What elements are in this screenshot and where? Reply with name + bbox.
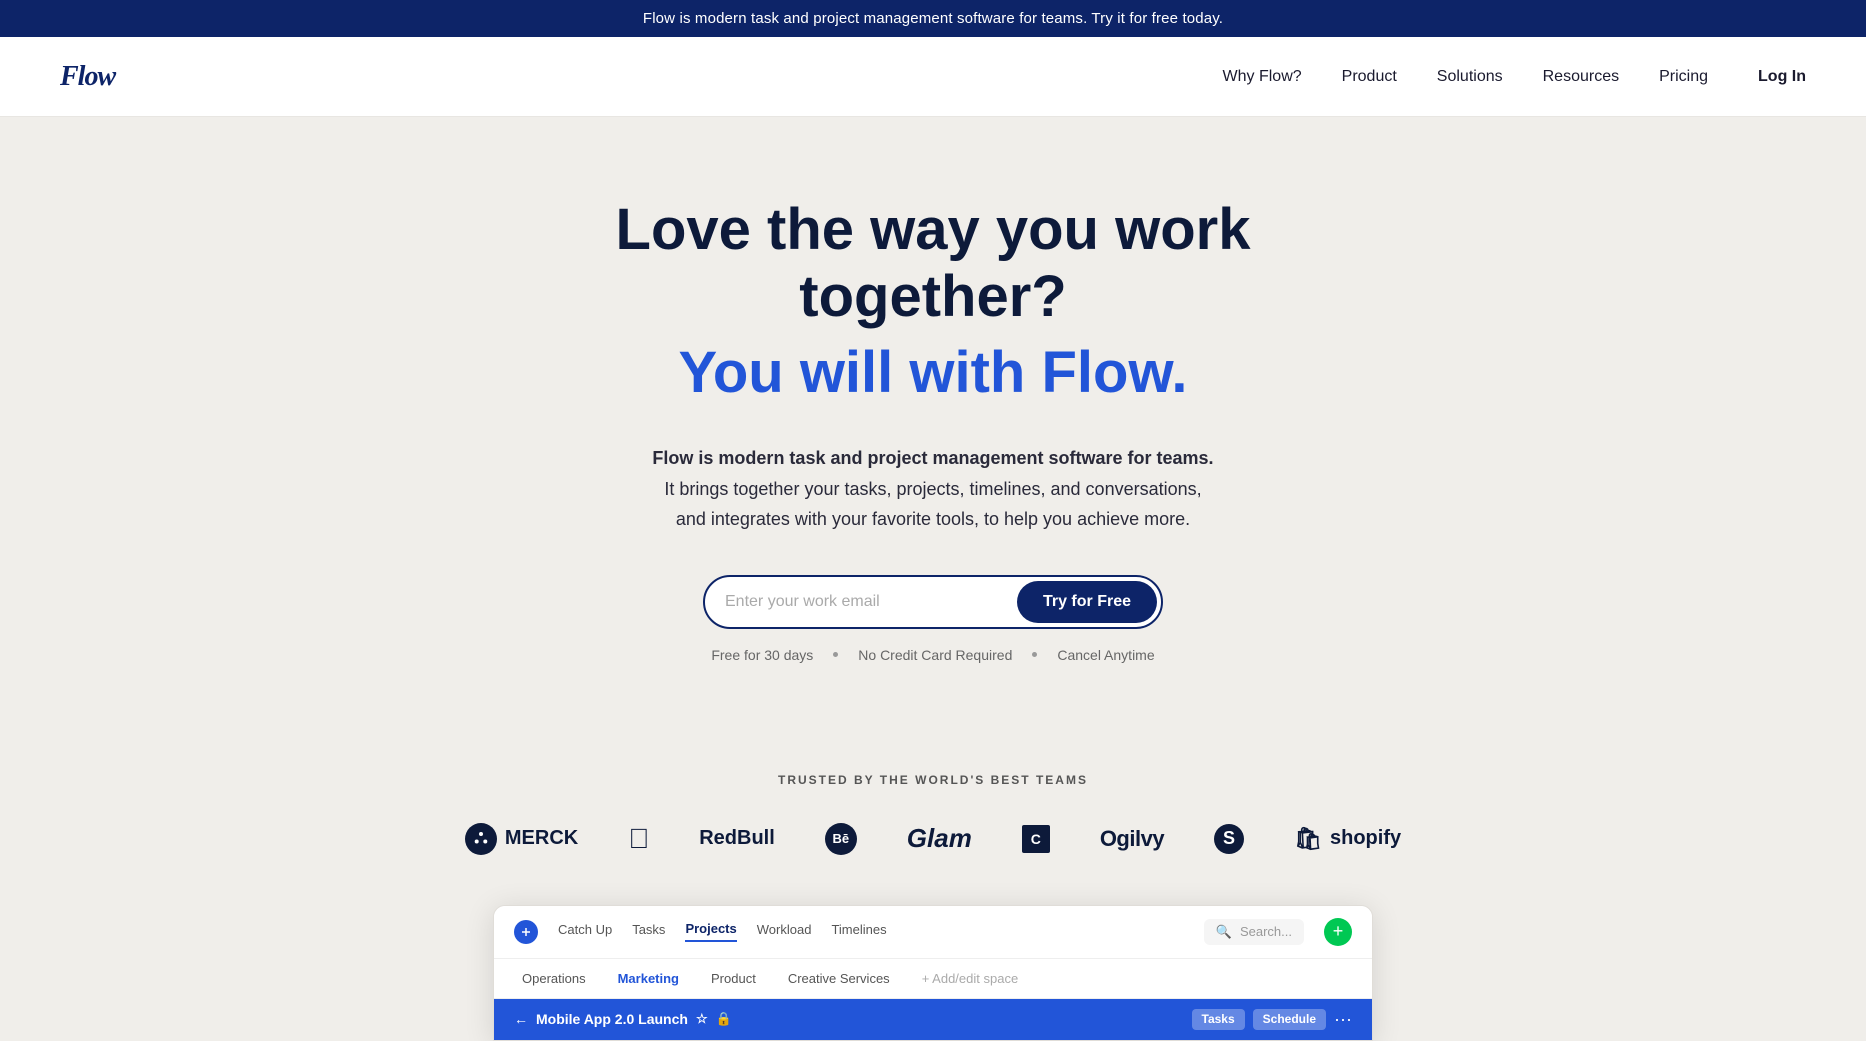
dot-separator	[1032, 652, 1037, 657]
carhartt-icon: C	[1022, 825, 1050, 853]
login-link[interactable]: Log In	[1758, 68, 1806, 86]
tasks-badge[interactable]: Tasks	[1192, 1009, 1245, 1030]
nav-item-solutions[interactable]: Solutions	[1437, 68, 1503, 86]
app-tab-workload[interactable]: Workload	[757, 922, 812, 941]
logo-carhartt: C	[1022, 825, 1050, 853]
subtab-add[interactable]: + Add/edit space	[914, 967, 1027, 990]
logo-merck: MERCK	[465, 823, 578, 855]
email-form: Try for Free	[703, 575, 1163, 629]
app-logo-icon	[514, 920, 538, 944]
app-search[interactable]: 🔍 Search...	[1204, 919, 1304, 945]
trusted-section: TRUSTED BY THE WORLD'S BEST TEAMS MERCK …	[0, 723, 1866, 885]
app-nav-tabs: Catch Up Tasks Projects Workload Timelin…	[558, 921, 887, 942]
app-window: Catch Up Tasks Projects Workload Timelin…	[493, 905, 1373, 1041]
s-icon: S	[1214, 824, 1244, 854]
star-icon: ☆	[696, 1011, 708, 1027]
hero-subtext: Free for 30 days No Credit Card Required…	[503, 647, 1363, 663]
subtab-creative[interactable]: Creative Services	[780, 967, 898, 990]
merck-icon	[465, 823, 497, 855]
lock-icon: 🔒	[716, 1011, 732, 1027]
app-tab-timelines[interactable]: Timelines	[831, 922, 886, 941]
nav-links: Why Flow? Product Solutions Resources Pr…	[1223, 68, 1708, 86]
behance-icon: Bē	[825, 823, 857, 855]
search-icon: 🔍	[1216, 924, 1232, 940]
app-preview-section: Catch Up Tasks Projects Workload Timelin…	[473, 905, 1393, 1041]
logo-ogilvy: Ogilvy	[1100, 826, 1164, 852]
dot-separator	[833, 652, 838, 657]
nav-item-why-flow[interactable]: Why Flow?	[1223, 68, 1302, 86]
app-project-row: ← Mobile App 2.0 Launch ☆ 🔒 Tasks Schedu…	[494, 999, 1372, 1040]
logo-behance: Bē	[825, 823, 857, 855]
subtab-product[interactable]: Product	[703, 967, 764, 990]
more-options-icon[interactable]: ···	[1334, 1009, 1352, 1030]
hero-description: Flow is modern task and project manageme…	[503, 443, 1363, 535]
logo[interactable]: Flow	[60, 61, 115, 93]
hero-section: Love the way you work together? You will…	[483, 117, 1383, 723]
hero-title-line1: Love the way you work together?	[503, 197, 1363, 330]
nav-item-resources[interactable]: Resources	[1543, 68, 1619, 86]
logo-glam: Glam	[907, 823, 972, 854]
app-project-title: ← Mobile App 2.0 Launch ☆ 🔒	[514, 1011, 732, 1027]
email-input[interactable]	[725, 583, 1017, 621]
shopify-bag-icon: 🛍	[1294, 826, 1322, 852]
back-arrow-icon[interactable]: ←	[514, 1011, 528, 1027]
app-row-actions: Tasks Schedule ···	[1192, 1009, 1352, 1030]
trusted-label: TRUSTED BY THE WORLD'S BEST TEAMS	[20, 773, 1846, 787]
logo-row: MERCK  RedBull Bē Glam C Ogilvy S	[20, 823, 1846, 855]
app-topbar: Catch Up Tasks Projects Workload Timelin…	[494, 906, 1372, 959]
nav-item-product[interactable]: Product	[1342, 68, 1397, 86]
schedule-badge[interactable]: Schedule	[1253, 1009, 1326, 1030]
logo-redbull: RedBull	[699, 827, 775, 850]
logo-shopify: 🛍 shopify	[1294, 826, 1401, 852]
apple-icon: 	[628, 823, 649, 855]
app-add-button[interactable]: +	[1324, 918, 1352, 946]
try-free-button[interactable]: Try for Free	[1017, 581, 1157, 623]
logo-apple: 	[628, 823, 649, 855]
subtab-marketing[interactable]: Marketing	[610, 967, 687, 990]
hero-title-line2: You will with Flow.	[503, 340, 1363, 407]
nav-item-pricing[interactable]: Pricing	[1659, 68, 1708, 86]
app-tab-tasks[interactable]: Tasks	[632, 922, 665, 941]
logo-s: S	[1214, 824, 1244, 854]
app-subtabs: Operations Marketing Product Creative Se…	[494, 959, 1372, 999]
app-tab-catchup[interactable]: Catch Up	[558, 922, 612, 941]
app-tab-projects[interactable]: Projects	[685, 921, 736, 942]
top-banner: Flow is modern task and project manageme…	[0, 0, 1866, 37]
subtab-operations[interactable]: Operations	[514, 967, 594, 990]
navbar: Flow Why Flow? Product Solutions Resourc…	[0, 37, 1866, 117]
